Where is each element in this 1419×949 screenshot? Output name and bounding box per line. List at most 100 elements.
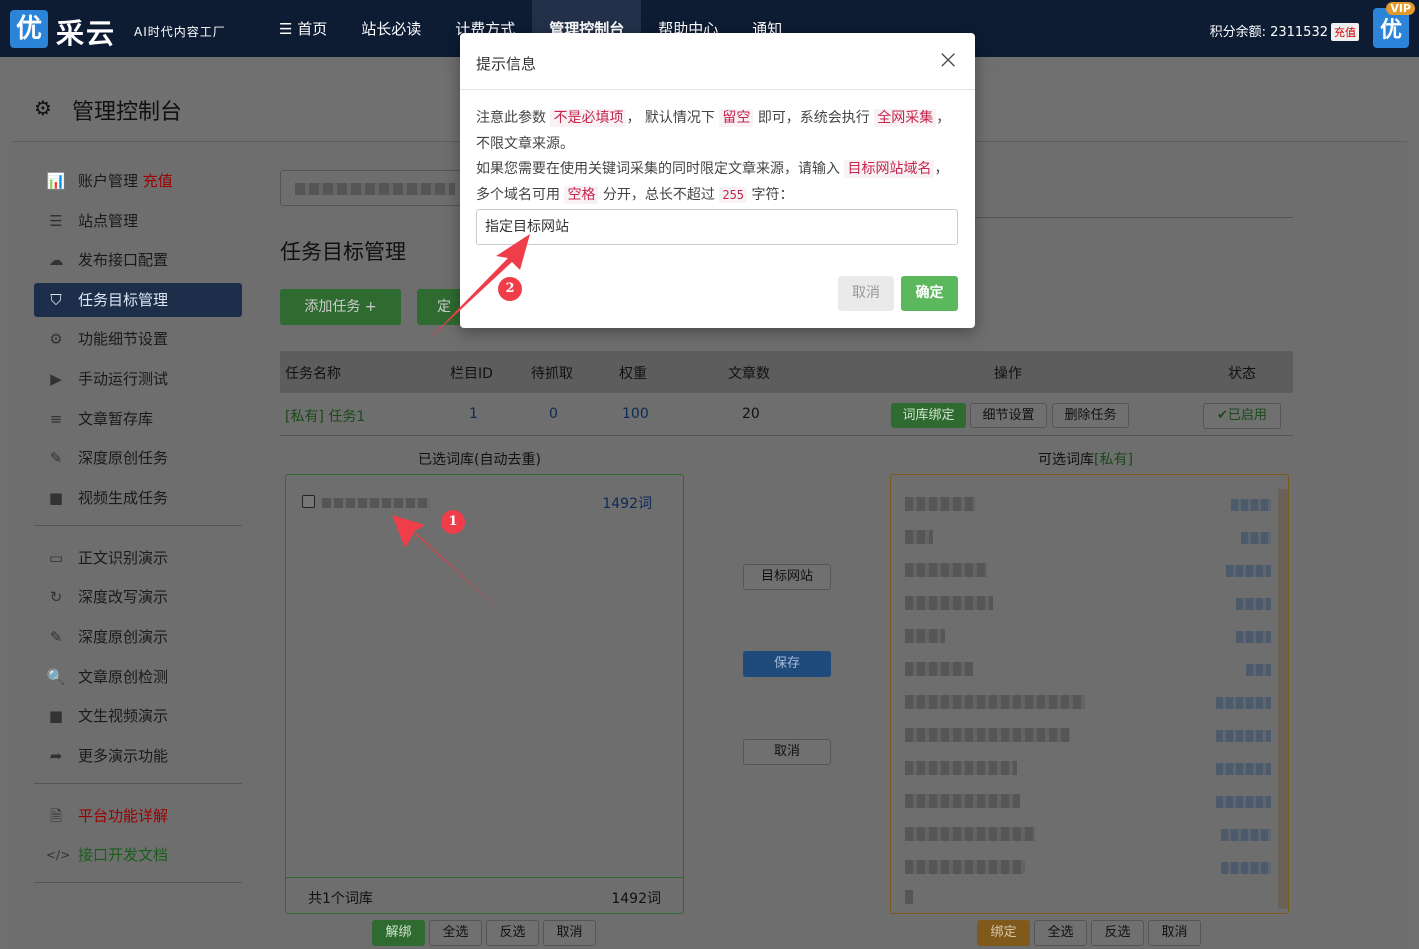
filter-icon: ⛉ (50, 290, 62, 309)
task-name[interactable]: [私有] 任务1 (285, 406, 365, 426)
sidebar-item-label: 文章原创检测 (78, 667, 169, 686)
list-item[interactable] (905, 860, 1025, 874)
page-title: 管理控制台 (72, 100, 183, 125)
list-item[interactable] (905, 629, 945, 643)
select-all-button[interactable]: 全选 (429, 920, 482, 946)
library-count: 共1个词库 (308, 891, 373, 907)
list-item[interactable] (905, 497, 975, 511)
sidebar-item-label: 深度改写演示 (78, 588, 169, 607)
logo-icon[interactable]: 优 (10, 10, 48, 48)
list-item[interactable] (905, 596, 993, 610)
sidebar-item-account[interactable]: 📊 账户管理 充值 (34, 164, 242, 198)
bind-library-button[interactable]: 词库绑定 (891, 403, 966, 428)
cancel-selection-button[interactable]: 取消 (1148, 920, 1201, 946)
add-task-button[interactable]: 添加任务 + (280, 289, 401, 325)
nav-guide[interactable]: 站长必读 (344, 0, 438, 57)
sidebar-item-original-demo[interactable]: ✎ 深度原创演示 (34, 620, 242, 654)
edit-icon: ✎ (49, 627, 63, 646)
table-row: [私有] 任务1 1 0 100 20 词库绑定 细节设置 删除任务 ✔已启用 (280, 393, 1293, 436)
server-icon: ☰ (49, 211, 63, 230)
pending-count: 0 (549, 406, 558, 422)
highlight-domain: 目标网站域名 (844, 160, 935, 178)
sidebar-item-deep-original[interactable]: ✎ 深度原创任务 (34, 441, 242, 475)
vip-badge: VIP (1386, 2, 1415, 15)
target-site-input[interactable]: 指定目标网站 (476, 209, 958, 245)
list-item[interactable] (905, 530, 933, 544)
status-enabled-button[interactable]: ✔已启用 (1203, 403, 1281, 429)
list-item-count (1216, 697, 1271, 709)
library-footer: 共1个词库 1492词 (286, 877, 683, 913)
sidebar-item-tasks[interactable]: ⛉ 任务目标管理 (34, 282, 242, 317)
sidebar-item-rewrite-demo[interactable]: ↻ 深度改写演示 (34, 580, 242, 614)
list-item[interactable]: 1492词 (302, 493, 672, 513)
sidebar-item-publish[interactable]: ☁ 发布接口配置 (34, 243, 242, 277)
target-site-button[interactable]: 目标网站 (743, 564, 831, 590)
sidebar-item-text-recog[interactable]: ▭ 正文识别演示 (34, 541, 242, 575)
library-checkbox[interactable] (302, 495, 315, 508)
points-balance: 积分余额: 2311532 充值 (1210, 21, 1359, 41)
sidebar-item-label: 深度原创演示 (78, 627, 169, 646)
sidebar-item-more-demos[interactable]: ➦ 更多演示功能 (34, 739, 242, 773)
library-total-words: 1492词 (611, 891, 661, 907)
points-text: 积分余额: 2311532 (1209, 25, 1328, 40)
save-button[interactable]: 保存 (743, 651, 831, 677)
invert-selection-button[interactable]: 反选 (1091, 920, 1144, 946)
refresh-icon: ↻ (49, 588, 63, 607)
select-all-button[interactable]: 全选 (1034, 920, 1087, 946)
sidebar-item-label: 功能细节设置 (78, 330, 169, 349)
unbind-button[interactable]: 解绑 (372, 920, 425, 946)
sidebar-item-sites[interactable]: ☰ 站点管理 (34, 204, 242, 238)
list-item-count (1216, 763, 1271, 775)
sidebar-item-label: 发布接口配置 (78, 251, 169, 270)
sidebar-divider (34, 782, 242, 784)
list-item[interactable] (905, 827, 1035, 841)
scrollbar[interactable] (1278, 489, 1288, 909)
nav-home[interactable]: ☰ 首页 (262, 0, 344, 57)
sidebar-item-api-docs[interactable]: </> 接口开发文档 (34, 838, 242, 872)
list-item[interactable] (905, 563, 987, 577)
selected-library-title: 已选词库(自动去重) (418, 452, 541, 468)
sidebar-item-article-store[interactable]: ≡ 文章暂存库 (34, 402, 242, 436)
recharge-link[interactable]: 充值 (1331, 23, 1359, 41)
sidebar-item-video-task[interactable]: ■ 视频生成任务 (34, 481, 242, 515)
sidebar-item-label: 文章暂存库 (78, 409, 154, 428)
highlight-full-web: 全网采集 (874, 109, 937, 127)
cancel-selection-button[interactable]: 取消 (543, 920, 596, 946)
dialog-header: 提示信息 × (460, 33, 975, 90)
recharge-link[interactable]: 充值 (143, 172, 173, 190)
invert-selection-button[interactable]: 反选 (486, 920, 539, 946)
sidebar-item-label: 任务目标管理 (78, 290, 169, 309)
available-title-tag: [私有] (1094, 452, 1133, 468)
sidebar-item-platform-features[interactable]: 🗎 平台功能详解 (34, 799, 242, 833)
list-item[interactable] (905, 695, 1085, 709)
list-item[interactable] (905, 662, 973, 676)
list-item[interactable] (905, 794, 1020, 808)
sidebar-item-label: 平台功能详解 (78, 806, 169, 825)
highlight-empty: 留空 (719, 109, 754, 127)
dialog-title: 提示信息 (476, 55, 537, 73)
sidebar-item-settings[interactable]: ⚙ 功能细节设置 (34, 322, 242, 356)
close-icon[interactable]: × (937, 47, 959, 73)
sidebar-item-original-check[interactable]: 🔍 文章原创检测 (34, 660, 242, 694)
section-title: 任务目标管理 (280, 240, 406, 264)
sidebar-item-manual-run[interactable]: ▶ 手动运行测试 (34, 362, 242, 396)
brand-name: 采云 (56, 17, 117, 50)
dialog-confirm-button[interactable]: 确定 (901, 276, 958, 311)
list-item[interactable] (905, 890, 913, 904)
list-item[interactable] (905, 728, 1070, 742)
site-selector[interactable] (280, 170, 480, 206)
sidebar-item-label: 站点管理 (78, 211, 139, 230)
dialog-cancel-button[interactable]: 取消 (838, 276, 894, 311)
col-status: 状态 (1228, 366, 1256, 382)
column-id: 1 (469, 406, 478, 422)
cloud-upload-icon: ☁ (48, 251, 64, 270)
detail-settings-button[interactable]: 细节设置 (970, 403, 1047, 428)
sidebar-item-text-video-demo[interactable]: ■ 文生视频演示 (34, 699, 242, 733)
cancel-button[interactable]: 取消 (743, 739, 831, 765)
delete-task-button[interactable]: 删除任务 (1052, 403, 1129, 428)
bind-button[interactable]: 绑定 (977, 920, 1030, 946)
database-icon: ≡ (49, 409, 63, 428)
list-item[interactable] (905, 761, 1017, 775)
edit-icon: ✎ (49, 449, 63, 468)
message-text: ， 默认情况下 (626, 110, 715, 126)
